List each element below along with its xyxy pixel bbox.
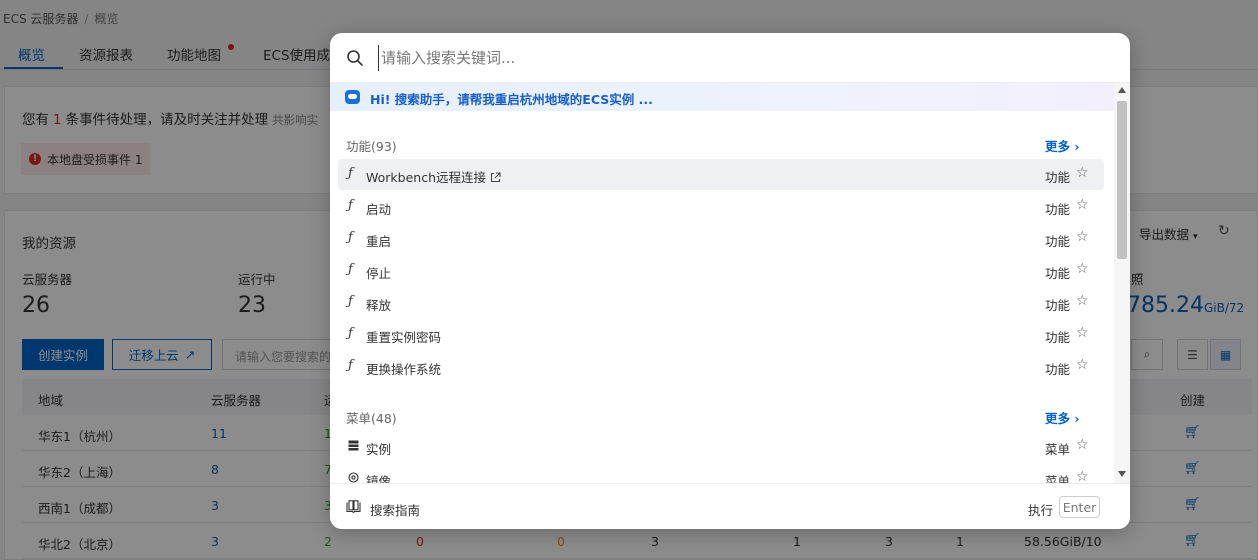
result-label: 重置实例密码 — [366, 330, 442, 345]
result-type: 功能 — [1045, 298, 1071, 313]
function-icon: ƒ — [348, 198, 353, 213]
scrollbar-thumb[interactable] — [1117, 101, 1127, 259]
star-icon[interactable]: ☆ — [1076, 357, 1089, 373]
star-icon[interactable]: ☆ — [1076, 325, 1089, 341]
result-type: 菜单 — [1045, 442, 1071, 457]
enter-key-hint: Enter — [1059, 496, 1100, 518]
function-icon: ƒ — [348, 262, 353, 277]
chevron-right-icon: › — [1074, 139, 1080, 154]
result-label: Workbench远程连接 — [366, 167, 501, 186]
result-type: 功能 — [1045, 266, 1071, 281]
search-input[interactable] — [378, 45, 1098, 71]
result-type: 功能 — [1045, 202, 1071, 217]
result-item-change-os[interactable]: ƒ 更换操作系统 功能 ☆ — [338, 351, 1104, 382]
result-label: 重启 — [366, 234, 392, 249]
search-assistant-banner[interactable]: Hi! 搜索助手，请帮我重启杭州地域的ECS实例 ... — [330, 83, 1114, 111]
result-label: 更换操作系统 — [366, 362, 442, 377]
result-item-release[interactable]: ƒ 释放 功能 ☆ — [338, 287, 1104, 318]
chevron-right-icon: › — [1074, 411, 1080, 426]
result-label: 实例 — [366, 442, 392, 457]
search-bar — [330, 33, 1130, 83]
star-icon[interactable]: ☆ — [1076, 437, 1089, 453]
results-scrollbar[interactable] — [1114, 83, 1130, 483]
book-guide-icon — [346, 500, 361, 513]
execute-label: 执行 — [1028, 503, 1054, 518]
more-label: 更多 — [1045, 411, 1071, 426]
star-icon[interactable]: ☆ — [1076, 469, 1089, 483]
function-icon: ƒ — [348, 166, 353, 181]
star-icon[interactable]: ☆ — [1076, 229, 1089, 245]
star-icon[interactable]: ☆ — [1076, 293, 1089, 309]
result-item-image[interactable]: 镜像 菜单 ☆ — [338, 463, 1104, 483]
result-label-text: Workbench远程连接 — [366, 170, 486, 185]
result-type: 功能 — [1045, 234, 1071, 249]
result-item-reset-password[interactable]: ƒ 重置实例密码 功能 ☆ — [338, 319, 1104, 350]
result-type: 功能 — [1045, 330, 1071, 345]
result-item-start[interactable]: ƒ 启动 功能 ☆ — [338, 191, 1104, 222]
search-guide-link[interactable]: 搜索指南 — [370, 500, 420, 519]
result-item-restart[interactable]: ƒ 重启 功能 ☆ — [338, 223, 1104, 254]
star-icon[interactable]: ☆ — [1076, 261, 1089, 277]
function-icon: ƒ — [348, 230, 353, 245]
global-search-dialog: Hi! 搜索助手，请帮我重启杭州地域的ECS实例 ... 功能(93) 更多 ›… — [330, 33, 1130, 529]
search-icon — [347, 50, 363, 66]
result-label: 启动 — [366, 202, 392, 217]
search-results-list: 功能(93) 更多 › ƒ Workbench远程连接 功能 ☆ ƒ 启动 功能… — [330, 111, 1114, 483]
result-item-workbench[interactable]: ƒ Workbench远程连接 功能 ☆ — [338, 159, 1104, 190]
result-item-instance[interactable]: 实例 菜单 ☆ — [338, 431, 1104, 462]
star-icon[interactable]: ☆ — [1076, 165, 1089, 181]
result-item-stop[interactable]: ƒ 停止 功能 ☆ — [338, 255, 1104, 286]
function-icon: ƒ — [348, 358, 353, 373]
scroll-up-arrow-icon[interactable] — [1118, 87, 1126, 93]
assistant-bot-icon — [345, 90, 360, 104]
result-label: 停止 — [366, 266, 392, 281]
result-label: 释放 — [366, 298, 392, 313]
scroll-down-arrow-icon[interactable] — [1118, 471, 1126, 477]
search-footer: 搜索指南 执行 Enter — [330, 483, 1130, 529]
result-type: 功能 — [1045, 362, 1071, 377]
external-link-icon — [490, 172, 501, 183]
result-type: 功能 — [1045, 170, 1071, 185]
star-icon[interactable]: ☆ — [1076, 197, 1089, 213]
image-disc-icon — [348, 472, 359, 483]
more-functions-link[interactable]: 更多 › — [1045, 136, 1080, 155]
result-type: 菜单 — [1045, 474, 1071, 483]
assistant-banner-text: Hi! 搜索助手，请帮我重启杭州地域的ECS实例 ... — [370, 92, 653, 107]
more-label: 更多 — [1045, 139, 1071, 154]
section-title-menus: 菜单(48) — [346, 411, 397, 426]
server-list-icon — [348, 440, 359, 451]
result-label: 镜像 — [366, 474, 392, 483]
function-icon: ƒ — [348, 294, 353, 309]
more-menus-link[interactable]: 更多 › — [1045, 408, 1080, 427]
function-icon: ƒ — [348, 326, 353, 341]
section-title-functions: 功能(93) — [346, 139, 397, 154]
